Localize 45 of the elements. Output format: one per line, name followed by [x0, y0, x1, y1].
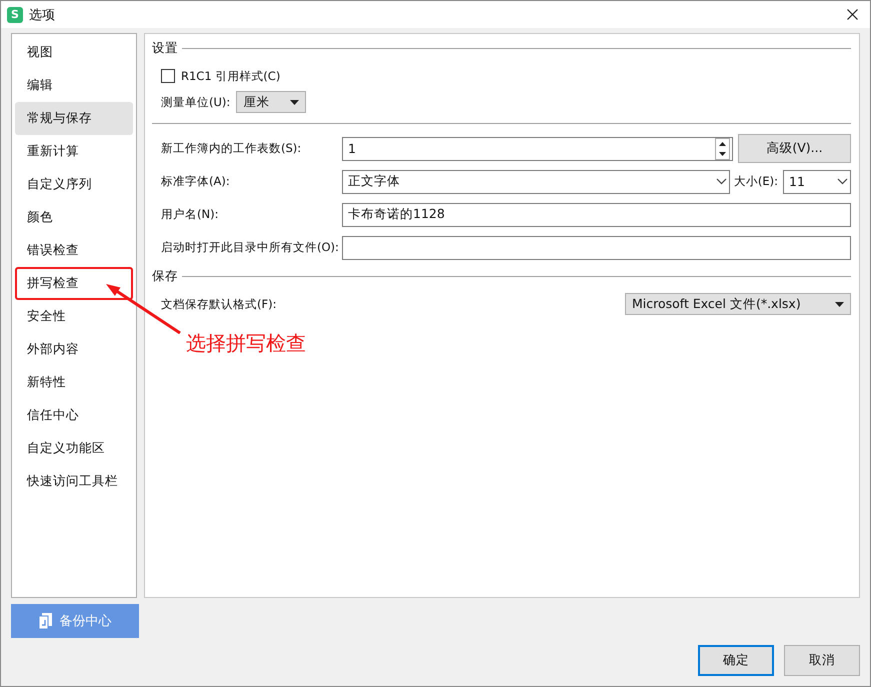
field-label: 测量单位(U):: [161, 94, 230, 110]
group-title: 保存: [152, 268, 178, 285]
sidebar-item[interactable]: 编辑: [15, 69, 133, 102]
app-logo: S: [7, 6, 23, 22]
sidebar-item[interactable]: 视图: [15, 36, 133, 69]
sheet-count-field[interactable]: 1: [342, 136, 733, 160]
advanced-button[interactable]: 高级(V)...: [738, 134, 851, 163]
field-label: 标准字体(A):: [161, 174, 231, 189]
input-field[interactable]: 卡布奇诺的1128: [342, 202, 851, 226]
checkbox-label: R1C1 引用样式(C): [181, 68, 280, 84]
sidebar-item[interactable]: 错误检查: [15, 234, 133, 267]
sidebar-item[interactable]: 重新计算: [15, 135, 133, 168]
dialog-button[interactable]: 取消: [784, 645, 860, 676]
spinner-icon[interactable]: [715, 138, 730, 160]
field-label: 文档保存默认格式(F):: [161, 296, 276, 312]
sidebar-item[interactable]: 新特性: [15, 366, 133, 399]
caret-icon: [290, 100, 300, 104]
format-dropdown[interactable]: Microsoft Excel 文件(*.xlsx): [625, 293, 851, 315]
field-label: 大小(E):: [734, 174, 778, 189]
sidebar-item[interactable]: 拼写检查: [15, 267, 133, 300]
document-icon: [38, 613, 52, 629]
group-title: 设置: [152, 40, 178, 57]
sidebar-item[interactable]: 外部内容: [15, 333, 133, 366]
chevron-down-icon: [837, 178, 848, 185]
checkbox[interactable]: [161, 69, 175, 83]
sidebar-item[interactable]: 自定义功能区: [15, 432, 133, 465]
caret-icon: [835, 302, 844, 306]
sidebar-item[interactable]: 自定义序列: [15, 168, 133, 201]
dialog-button[interactable]: 确定: [698, 645, 774, 676]
font-dropdown[interactable]: 正文字体: [342, 170, 730, 194]
sidebar-item[interactable]: 信任中心: [15, 399, 133, 432]
sidebar-item[interactable]: 颜色: [15, 201, 133, 234]
field-label: 启动时打开此目录中所有文件(O):: [161, 240, 340, 255]
window-title: 选项: [29, 6, 56, 24]
field-label: 新工作簿内的工作表数(S):: [161, 141, 302, 156]
unit-dropdown[interactable]: 厘米: [236, 91, 306, 113]
chevron-down-icon: [716, 178, 727, 185]
size-dropdown[interactable]: 11: [783, 170, 851, 194]
input-field[interactable]: [342, 236, 851, 260]
sidebar-item[interactable]: 安全性: [15, 300, 133, 333]
sidebar-item[interactable]: 常规与保存: [15, 102, 133, 135]
annotation-text: 选择拼写检查: [186, 330, 306, 357]
sidebar-item[interactable]: 快速访问工具栏: [15, 465, 133, 498]
field-label: 用户名(N):: [161, 207, 220, 222]
close-icon[interactable]: [847, 9, 858, 20]
